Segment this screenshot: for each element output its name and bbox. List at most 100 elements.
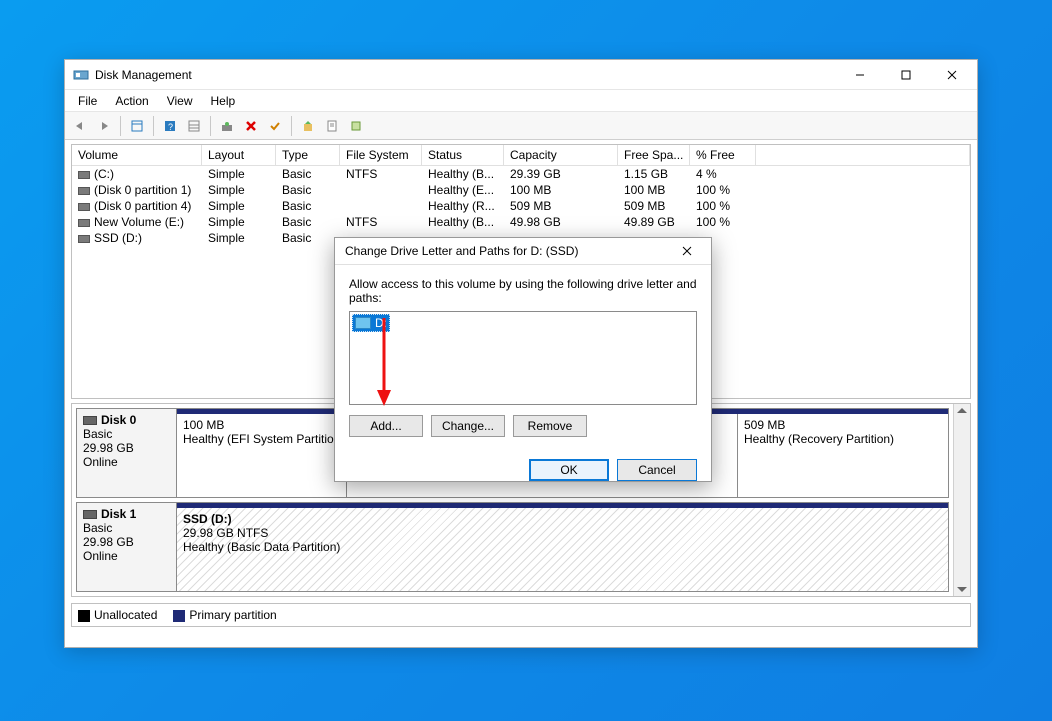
disk-name: Disk 0 <box>101 413 136 427</box>
volume-header: Volume Layout Type File System Status Ca… <box>72 145 970 166</box>
properties-icon[interactable] <box>321 115 343 137</box>
legend-primary: Primary partition <box>173 608 276 622</box>
partition-size: 509 MB <box>744 418 942 432</box>
delete-icon[interactable] <box>240 115 262 137</box>
menu-file[interactable]: File <box>69 92 106 110</box>
col-free[interactable]: Free Spa... <box>618 145 690 165</box>
volume-capacity: 49.98 GB <box>504 214 618 230</box>
volume-pct: 100 % <box>690 198 756 214</box>
refresh-icon[interactable] <box>216 115 238 137</box>
partition-size: 29.98 GB NTFS <box>183 526 942 540</box>
volume-type: Basic <box>276 230 340 246</box>
volume-type: Basic <box>276 214 340 230</box>
volume-icon <box>78 203 90 211</box>
close-button[interactable] <box>929 60 975 89</box>
disk-info[interactable]: Disk 1 Basic 29.98 GB Online <box>77 503 177 591</box>
menu-view[interactable]: View <box>158 92 202 110</box>
menubar: File Action View Help <box>65 90 977 112</box>
volume-layout: Simple <box>202 182 276 198</box>
up-icon[interactable] <box>297 115 319 137</box>
partition-size: 100 MB <box>183 418 340 432</box>
legend: Unallocated Primary partition <box>71 603 971 627</box>
volume-name: SSD (D:) <box>94 231 142 245</box>
volume-icon <box>78 171 90 179</box>
disk-name: Disk 1 <box>101 507 136 521</box>
drive-letter-item[interactable]: D: <box>352 314 390 332</box>
partition[interactable]: 100 MBHealthy (EFI System Partitio <box>177 414 347 497</box>
disk-icon <box>83 416 97 425</box>
settings-icon[interactable] <box>183 115 205 137</box>
tool-icon[interactable] <box>345 115 367 137</box>
col-pct[interactable]: % Free <box>690 145 756 165</box>
volume-name: (C:) <box>94 167 114 181</box>
vertical-scrollbar[interactable] <box>953 404 970 596</box>
separator <box>153 116 154 136</box>
cancel-button[interactable]: Cancel <box>617 459 697 481</box>
volume-capacity: 29.39 GB <box>504 166 618 182</box>
partition[interactable]: 509 MBHealthy (Recovery Partition) <box>738 414 948 497</box>
titlebar: Disk Management <box>65 60 977 90</box>
disk-state: Online <box>83 455 170 469</box>
dialog-instruction: Allow access to this volume by using the… <box>349 277 697 305</box>
volume-row[interactable]: (Disk 0 partition 1) Simple Basic Health… <box>72 182 970 198</box>
disk-icon <box>83 510 97 519</box>
col-capacity[interactable]: Capacity <box>504 145 618 165</box>
disk-state: Online <box>83 549 170 563</box>
col-type[interactable]: Type <box>276 145 340 165</box>
volume-layout: Simple <box>202 198 276 214</box>
volume-free: 1.15 GB <box>618 166 690 182</box>
volume-pct: 100 % <box>690 214 756 230</box>
volume-name: (Disk 0 partition 4) <box>94 199 191 213</box>
change-button[interactable]: Change... <box>431 415 505 437</box>
volume-type: Basic <box>276 166 340 182</box>
back-icon[interactable] <box>69 115 91 137</box>
partition-status: Healthy (EFI System Partitio <box>183 432 340 446</box>
volume-name: (Disk 0 partition 1) <box>94 183 191 197</box>
drive-letter-list[interactable]: D: <box>349 311 697 405</box>
legend-unallocated: Unallocated <box>78 608 157 622</box>
volume-pct: 100 % <box>690 182 756 198</box>
change-drive-letter-dialog: Change Drive Letter and Paths for D: (SS… <box>334 237 712 482</box>
maximize-button[interactable] <box>883 60 929 89</box>
app-icon <box>73 67 89 83</box>
volume-type: Basic <box>276 182 340 198</box>
dialog-close-button[interactable] <box>667 238 707 264</box>
remove-button[interactable]: Remove <box>513 415 587 437</box>
dialog-titlebar: Change Drive Letter and Paths for D: (SS… <box>335 238 711 265</box>
ok-button[interactable]: OK <box>529 459 609 481</box>
volume-status: Healthy (R... <box>422 198 504 214</box>
menu-action[interactable]: Action <box>106 92 157 110</box>
volume-capacity: 509 MB <box>504 198 618 214</box>
col-volume[interactable]: Volume <box>72 145 202 165</box>
show-hide-icon[interactable] <box>126 115 148 137</box>
volume-capacity: 100 MB <box>504 182 618 198</box>
volume-fs: NTFS <box>340 214 422 230</box>
volume-free: 49.89 GB <box>618 214 690 230</box>
drive-icon <box>355 317 371 329</box>
volume-layout: Simple <box>202 230 276 246</box>
menu-help[interactable]: Help <box>202 92 245 110</box>
volume-icon <box>78 235 90 243</box>
col-status[interactable]: Status <box>422 145 504 165</box>
partition-status: Healthy (Recovery Partition) <box>744 432 942 446</box>
disk-info[interactable]: Disk 0 Basic 29.98 GB Online <box>77 409 177 497</box>
volume-fs <box>340 198 422 214</box>
partition[interactable]: SSD (D:)29.98 GB NTFSHealthy (Basic Data… <box>177 508 948 591</box>
volume-row[interactable]: (Disk 0 partition 4) Simple Basic Health… <box>72 198 970 214</box>
help-icon[interactable]: ? <box>159 115 181 137</box>
disk-type: Basic <box>83 521 170 535</box>
disk-partitions: SSD (D:)29.98 GB NTFSHealthy (Basic Data… <box>177 503 948 591</box>
col-layout[interactable]: Layout <box>202 145 276 165</box>
volume-row[interactable]: (C:) Simple Basic NTFS Healthy (B... 29.… <box>72 166 970 182</box>
forward-icon[interactable] <box>93 115 115 137</box>
check-icon[interactable] <box>264 115 286 137</box>
partition-status: Healthy (Basic Data Partition) <box>183 540 942 554</box>
volume-pct: 4 % <box>690 166 756 182</box>
separator <box>291 116 292 136</box>
add-button[interactable]: Add... <box>349 415 423 437</box>
volume-row[interactable]: New Volume (E:) Simple Basic NTFS Health… <box>72 214 970 230</box>
col-fs[interactable]: File System <box>340 145 422 165</box>
toolbar: ? <box>65 112 977 140</box>
volume-icon <box>78 187 90 195</box>
minimize-button[interactable] <box>837 60 883 89</box>
